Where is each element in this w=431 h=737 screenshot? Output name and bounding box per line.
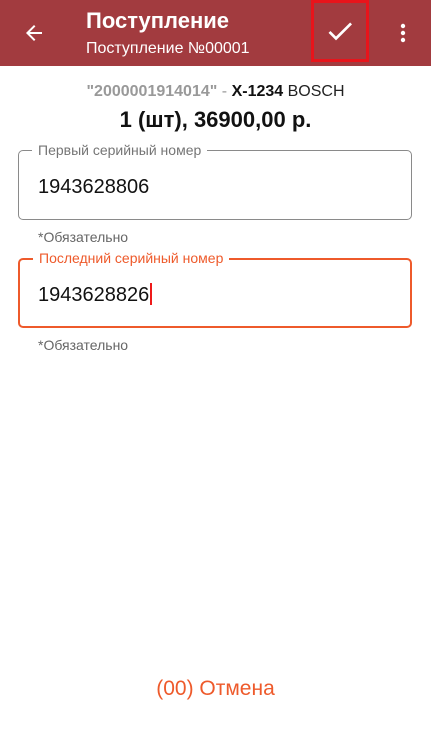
confirm-button[interactable] [311, 0, 369, 62]
product-brand: BOSCH [287, 83, 345, 100]
product-barcode: "2000001914014" [86, 83, 218, 100]
first-serial-label: Первый серийный номер [32, 141, 208, 159]
back-button[interactable] [14, 13, 54, 53]
arrow-back-icon [26, 25, 42, 41]
product-info: "2000001914014" - X-1234 BOSCH [0, 82, 431, 102]
first-serial-field[interactable]: Первый серийный номер 1943628806 [18, 141, 412, 220]
more-vert-icon [400, 23, 406, 43]
first-serial-helper: *Обязательно [38, 229, 129, 245]
first-serial-value[interactable]: 1943628806 [38, 175, 149, 199]
last-serial-input[interactable]: 1943628826 [38, 283, 153, 307]
text-cursor [150, 283, 153, 305]
last-serial-label: Последний серийный номер [33, 249, 230, 267]
overflow-menu-button[interactable] [388, 13, 418, 53]
page-title: Поступление [86, 8, 230, 33]
quantity-price: 1 (шт), 36900,00 р. [119, 107, 312, 132]
last-serial-helper: *Обязательно [38, 337, 129, 353]
checkmark-icon [328, 22, 352, 41]
page-subtitle: Поступление №00001 [86, 40, 250, 57]
last-serial-field[interactable]: Последний серийный номер 1943628826 [18, 249, 412, 328]
app-bar: Поступление Поступление №00001 [0, 0, 431, 66]
last-serial-value: 1943628826 [38, 284, 150, 306]
product-article: X-1234 [231, 83, 284, 100]
product-separator: - [221, 83, 228, 100]
cancel-button[interactable]: (00) Отмена [0, 675, 431, 703]
